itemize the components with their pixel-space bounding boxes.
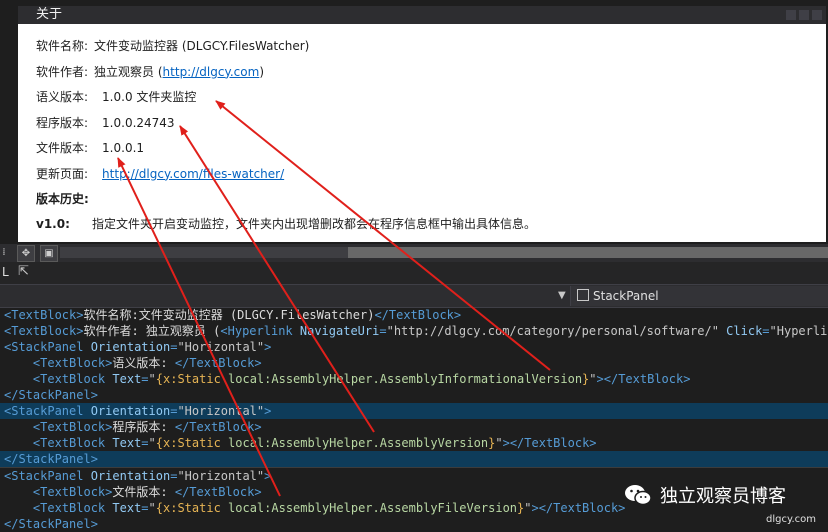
popout-icon[interactable]: ⇱ xyxy=(18,264,29,279)
author-link[interactable]: http://dlgcy.com xyxy=(163,60,260,86)
pane-letter: L xyxy=(2,265,9,279)
code-line: <TextBlock>程序版本: </TextBlock> xyxy=(32,420,262,434)
about-title: 关于 xyxy=(36,7,63,22)
history-heading: 版本历史: xyxy=(36,192,89,206)
watermark: 独立观察员博客 xyxy=(624,478,786,512)
watermark-url: dlgcy.com xyxy=(766,514,816,525)
element-selector[interactable]: StackPanel xyxy=(570,286,828,306)
about-window: 关于 软件名称: 文件变动监控器 (DLGCY.FilesWatcher) 软件… xyxy=(18,6,826,242)
update-page-row: 更新页面: http://dlgcy.com/files-watcher/ xyxy=(36,162,826,188)
code-line: <TextBlock>软件名称:文件变动监控器 (DLGCY.FilesWatc… xyxy=(4,308,462,322)
pan-icon[interactable]: ✥ xyxy=(17,245,35,262)
watermark-name: 独立观察员博客 xyxy=(660,486,786,507)
window-buttons xyxy=(786,10,822,20)
code-line: </StackPanel> xyxy=(4,388,98,402)
update-page-label: 更新页面: xyxy=(36,166,89,181)
code-line-selected: <StackPanel Orientation="Horizontal"> xyxy=(0,403,828,419)
semantic-version-row: 语义版本: 1.0.0 文件夹监控 xyxy=(36,85,826,111)
author-close: ) xyxy=(259,64,264,79)
software-name-row: 软件名称: 文件变动监控器 (DLGCY.FilesWatcher) xyxy=(36,34,826,60)
code-line: <TextBlock>软件作者: 独立观察员 (<Hyperlink Navig… xyxy=(4,324,828,338)
code-line: <TextBlock Text="{x:Static local:Assembl… xyxy=(32,372,691,386)
about-body: 软件名称: 文件变动监控器 (DLGCY.FilesWatcher) 软件作者:… xyxy=(18,24,826,237)
code-line: <TextBlock>语义版本: </TextBlock> xyxy=(32,356,262,370)
element-icon xyxy=(577,289,589,301)
file-version-label: 文件版本: xyxy=(36,141,89,155)
navigation-bar: ▼ StackPanel xyxy=(0,285,828,308)
assembly-version-row: 程序版本: 1.0.0.24743 xyxy=(36,111,826,137)
code-line: <StackPanel Orientation="Horizontal"> xyxy=(4,340,272,354)
code-line-selected: </StackPanel> xyxy=(0,451,828,467)
designer-scrollbar-thumb[interactable] xyxy=(348,247,828,258)
history-version: v1.0: xyxy=(36,217,70,231)
split-toolbar: L ⇱ xyxy=(0,262,828,285)
author-row: 软件作者: 独立观察员 ( http://dlgcy.com ) xyxy=(36,60,826,86)
file-version-value: 1.0.0.1 xyxy=(102,141,145,155)
element-selector-label: StackPanel xyxy=(593,289,659,303)
close-button[interactable] xyxy=(812,10,822,20)
grid-icon: ⁞ xyxy=(2,247,6,258)
semantic-version-label: 语义版本: xyxy=(36,90,89,104)
history-text: 指定文件夹开启变动监控，文件夹内出现增删改都会在程序信息框中输出具体信息。 xyxy=(92,217,537,231)
about-titlebar: 关于 xyxy=(18,6,826,24)
chevron-down-icon[interactable]: ▼ xyxy=(558,290,566,301)
maximize-button[interactable] xyxy=(799,10,809,20)
minimize-button[interactable] xyxy=(786,10,796,20)
file-version-row: 文件版本: 1.0.0.1 xyxy=(36,136,826,162)
author-label: 软件作者: xyxy=(36,64,89,79)
history-item: v1.0: 指定文件夹开启变动监控，文件夹内出现增删改都会在程序信息框中输出具体… xyxy=(36,212,826,237)
code-line: <TextBlock Text="{x:Static local:Assembl… xyxy=(32,436,597,450)
semantic-version-value: 1.0.0 文件夹监控 xyxy=(102,90,197,104)
software-name-value: 文件变动监控器 (DLGCY.FilesWatcher) xyxy=(94,39,310,53)
assembly-version-value: 1.0.0.24743 xyxy=(102,115,175,130)
snap-icon[interactable]: ▣ xyxy=(40,245,58,262)
assembly-version-label: 程序版本: xyxy=(36,115,89,130)
author-value: 独立观察员 ( xyxy=(94,64,163,79)
wechat-icon xyxy=(624,483,652,507)
update-page-link[interactable]: http://dlgcy.com/files-watcher/ xyxy=(102,162,284,188)
designer-scroll-track xyxy=(60,247,348,258)
software-name-label: 软件名称: xyxy=(36,39,89,53)
